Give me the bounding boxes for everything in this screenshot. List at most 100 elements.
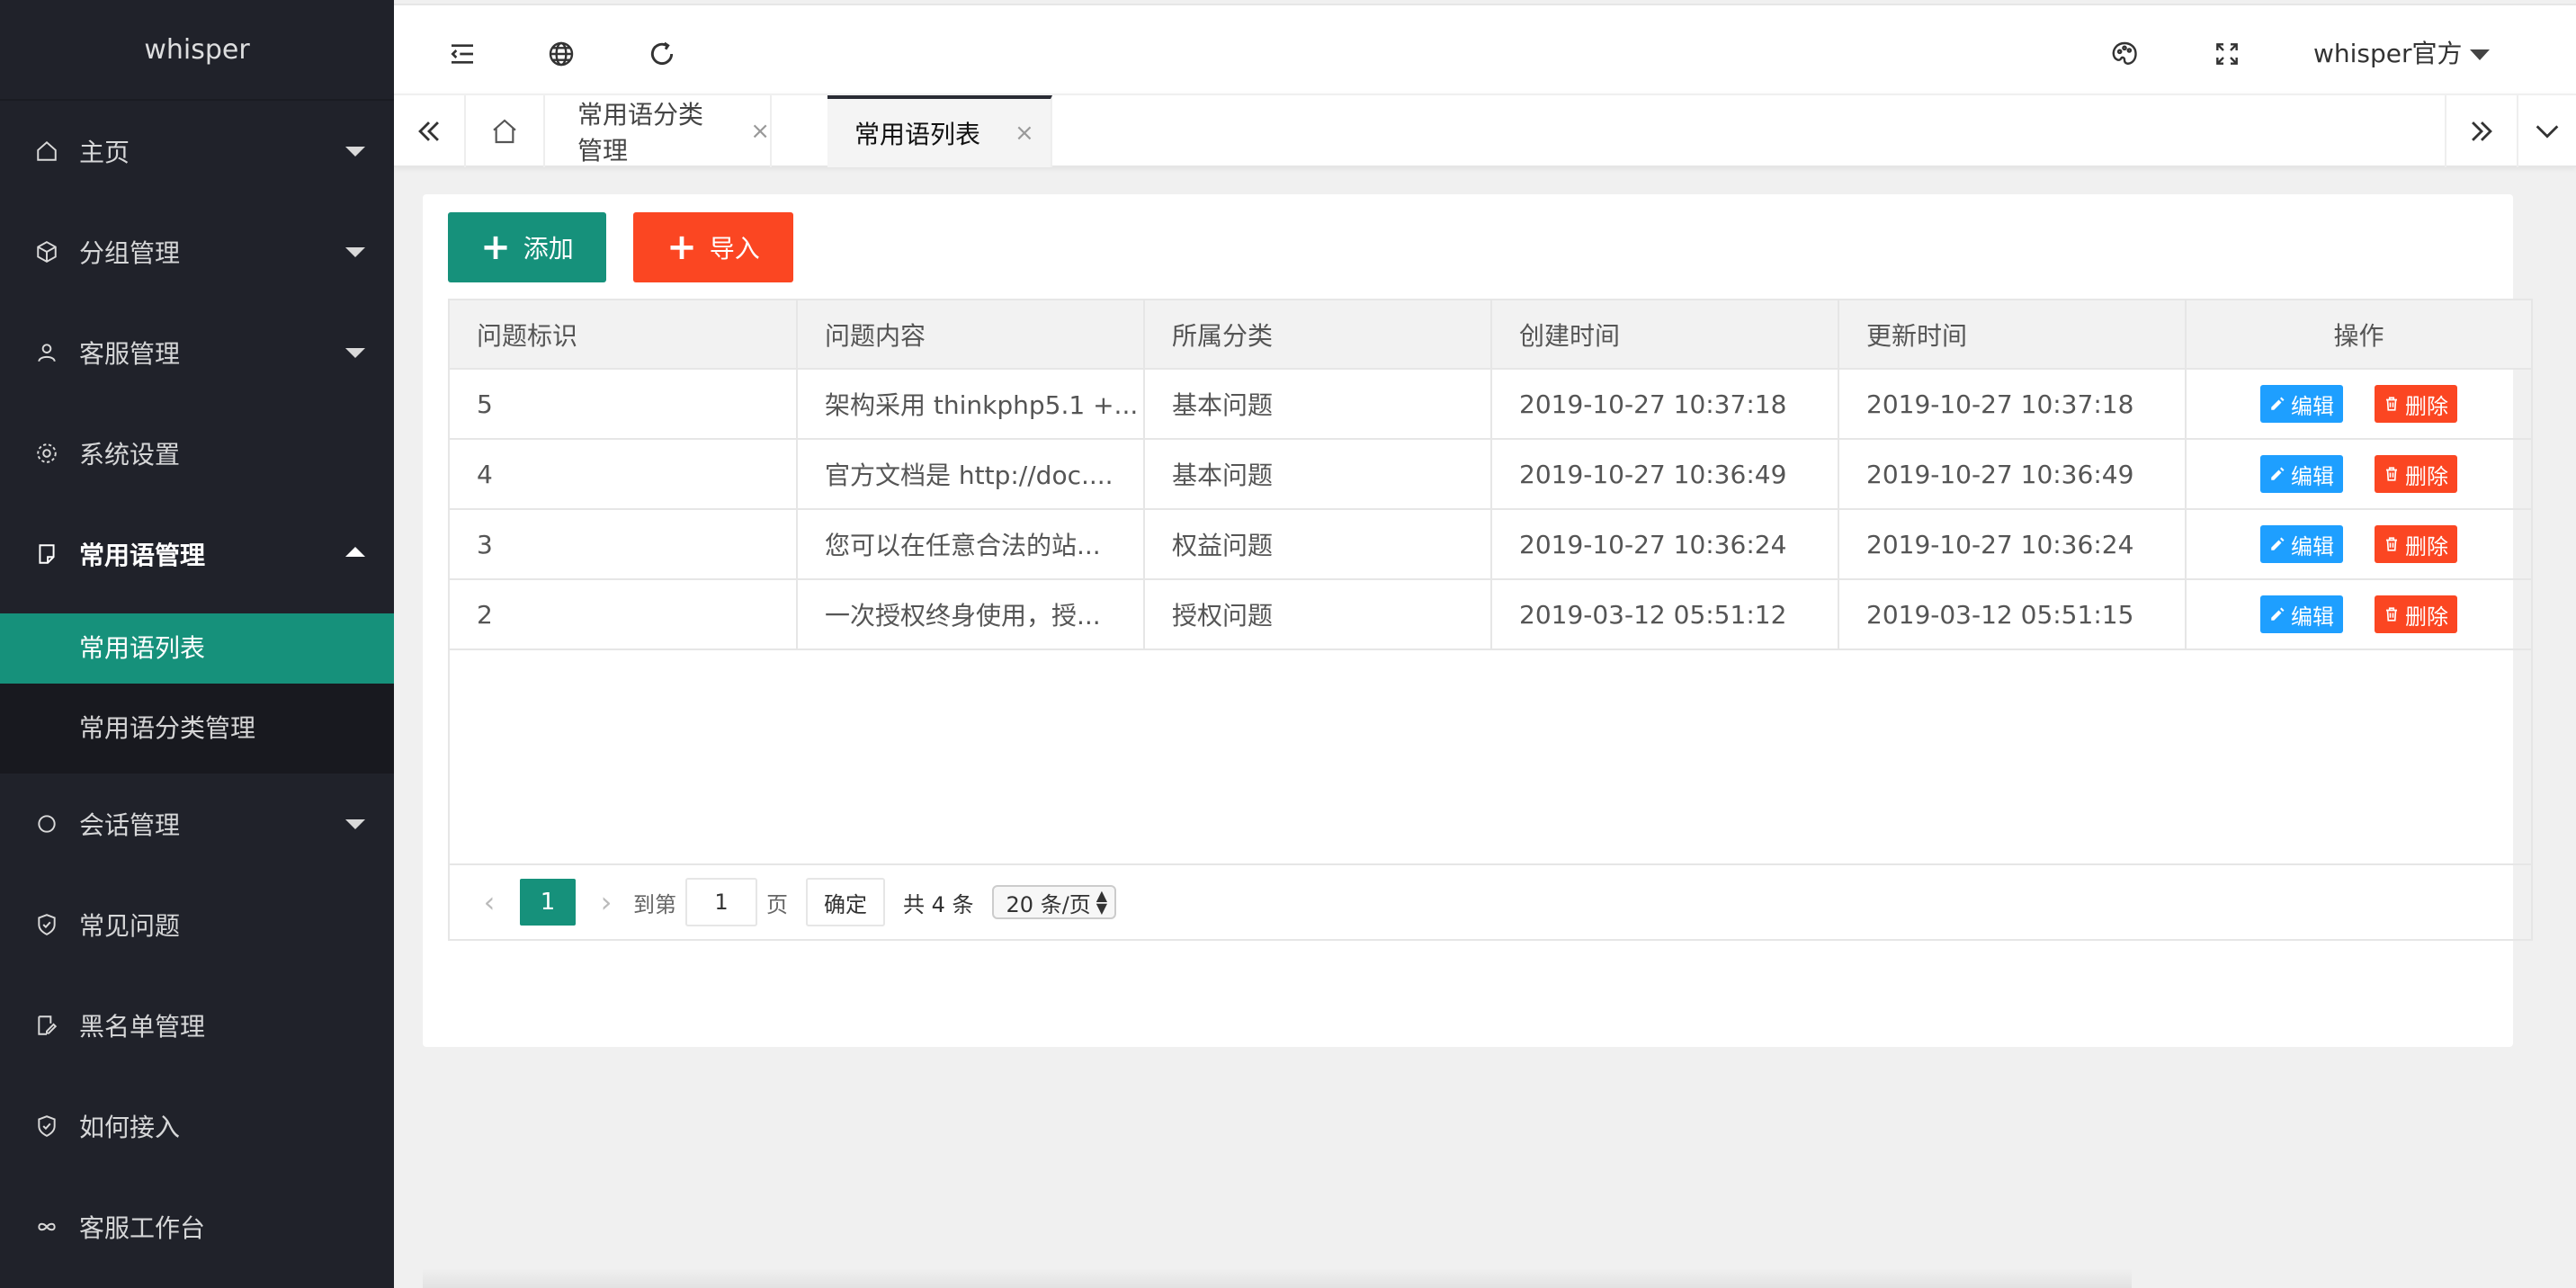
sidebar-item-integration[interactable]: 如何接入 xyxy=(0,1076,394,1176)
cell-content: 官方文档是 http://doc.... xyxy=(797,439,1145,510)
delete-button[interactable]: 删除 xyxy=(2374,385,2457,423)
edit-icon xyxy=(34,1013,59,1038)
user-icon xyxy=(34,340,59,365)
table-row[interactable]: 3 您可以在任意合法的站... 权益问题 2019-10-27 10:36:24… xyxy=(450,509,2531,580)
delete-button[interactable]: 删除 xyxy=(2374,455,2457,493)
chevron-down-icon xyxy=(345,147,365,157)
sidebar-item-home[interactable]: 主页 xyxy=(0,101,394,201)
prev-page-icon[interactable]: ‹ xyxy=(471,885,507,919)
pencil-icon xyxy=(2271,467,2285,480)
column-header-category[interactable]: 所属分类 xyxy=(1144,300,1492,370)
cube-icon xyxy=(34,239,59,264)
import-button[interactable]: + 导入 xyxy=(633,212,793,282)
sidebar-item-label: 主页 xyxy=(79,138,130,167)
table-row[interactable]: 2 一次授权终身使用，授... 授权问题 2019-03-12 05:51:12… xyxy=(450,579,2531,650)
page-jump-input[interactable]: 1 xyxy=(685,878,757,926)
cell-created: 2019-10-27 10:36:24 xyxy=(1491,509,1839,580)
edit-label: 编辑 xyxy=(2291,393,2335,419)
edit-button[interactable]: 编辑 xyxy=(2260,525,2344,563)
delete-label: 删除 xyxy=(2404,393,2448,419)
page-size-select[interactable]: 20 条/页 ▲ ▼ xyxy=(991,885,1117,919)
table-row[interactable]: 4 官方文档是 http://doc.... 基本问题 2019-10-27 1… xyxy=(450,439,2531,510)
cell-actions: 编辑 删除 xyxy=(2186,509,2531,580)
column-header-id[interactable]: 问题标识 xyxy=(450,300,798,370)
gear-icon xyxy=(34,441,59,466)
sidebar-subitem-phrase-category[interactable]: 常用语分类管理 xyxy=(0,684,394,774)
fullscreen-icon[interactable] xyxy=(2211,38,2243,70)
sidebar-subitem-phrase-list[interactable]: 常用语列表 xyxy=(0,613,394,684)
sidebar-item-sessions[interactable]: 会话管理 xyxy=(0,774,394,874)
tab-phrase-list[interactable]: 常用语列表 × xyxy=(827,95,1052,167)
column-header-created[interactable]: 创建时间 xyxy=(1491,300,1839,370)
cell-category: 基本问题 xyxy=(1144,439,1492,510)
cell-updated: 2019-10-27 10:36:49 xyxy=(1838,439,2187,510)
user-menu[interactable]: whisper官方 xyxy=(2313,34,2490,70)
table-header-row: 问题标识 问题内容 所属分类 创建时间 更新时间 操作 xyxy=(450,300,2531,370)
edit-label: 编辑 xyxy=(2291,533,2335,559)
goto-label: 到第 xyxy=(633,891,676,917)
sidebar: whisper 主页 分组管理 客服管理 系统设置 常用语管理 常用语列表 常用… xyxy=(0,0,394,1288)
cell-content: 您可以在任意合法的站... xyxy=(797,509,1145,580)
sidebar-item-service[interactable]: 客服管理 xyxy=(0,302,394,403)
sidebar-item-blacklist[interactable]: 黑名单管理 xyxy=(0,975,394,1076)
edit-label: 编辑 xyxy=(2291,604,2335,630)
select-arrows-icon: ▲ ▼ xyxy=(1096,886,1108,917)
link-icon xyxy=(34,1214,59,1239)
close-icon[interactable]: × xyxy=(1015,120,1034,147)
app-logo[interactable]: whisper xyxy=(0,0,394,101)
edit-button[interactable]: 编辑 xyxy=(2260,595,2344,633)
page-current[interactable]: 1 xyxy=(520,879,576,926)
tab-bar: 常用语分类管理 × 常用语列表 × xyxy=(394,94,2576,167)
tabs-scroll-left-icon[interactable] xyxy=(394,95,466,167)
delete-button[interactable]: 删除 xyxy=(2374,525,2457,563)
top-header: whisper官方 xyxy=(394,4,2576,94)
pencil-icon xyxy=(2271,537,2285,550)
cell-id: 4 xyxy=(450,439,798,510)
sidebar-item-label: 会话管理 xyxy=(79,810,181,840)
tab-label: 常用语列表 xyxy=(854,120,981,149)
column-header-updated[interactable]: 更新时间 xyxy=(1838,300,2187,370)
pagination: ‹ 1 › 到第 1 页 确定 共 4 条 20 条/页 ▲ ▼ xyxy=(448,865,2533,941)
page-jump-confirm-button[interactable]: 确定 xyxy=(806,878,885,926)
total-count: 共 4 条 xyxy=(903,891,974,917)
phrase-table: 问题标识 问题内容 所属分类 创建时间 更新时间 操作 5 架构采用 think… xyxy=(448,299,2533,865)
delete-button[interactable]: 删除 xyxy=(2374,595,2457,633)
tabs-scroll-right-icon[interactable] xyxy=(2445,95,2517,167)
cell-actions: 编辑 删除 xyxy=(2186,439,2531,510)
tab-phrase-category[interactable]: 常用语分类管理 × xyxy=(545,95,772,167)
tab-home-icon[interactable] xyxy=(466,95,545,167)
cell-created: 2019-10-27 10:36:49 xyxy=(1491,439,1839,510)
caret-down-icon xyxy=(2469,49,2490,60)
pencil-icon xyxy=(2271,607,2285,621)
theme-palette-icon[interactable] xyxy=(2108,38,2141,70)
sidebar-item-faq[interactable]: 常见问题 xyxy=(0,874,394,975)
close-icon[interactable]: × xyxy=(750,118,770,145)
user-name-label: whisper官方 xyxy=(2313,39,2463,68)
chevron-up-icon xyxy=(345,547,365,557)
next-page-icon[interactable]: › xyxy=(588,885,624,919)
add-button-label: 添加 xyxy=(523,234,574,264)
table-row[interactable]: 5 架构采用 thinkphp5.1 +... 基本问题 2019-10-27 … xyxy=(450,369,2531,440)
sidebar-item-groups[interactable]: 分组管理 xyxy=(0,201,394,302)
column-header-content[interactable]: 问题内容 xyxy=(797,300,1145,370)
cell-content: 架构采用 thinkphp5.1 +... xyxy=(797,369,1145,440)
tabs-dropdown-icon[interactable] xyxy=(2517,95,2576,167)
content-card: + 添加 + 导入 问题标识 问题内容 所属分类 创建时间 更新时间 操作 5 … xyxy=(423,194,2533,1047)
tab-label: 常用语分类管理 xyxy=(577,100,704,165)
edit-label: 编辑 xyxy=(2291,463,2335,489)
sidebar-item-settings[interactable]: 系统设置 xyxy=(0,403,394,504)
menu-collapse-icon[interactable] xyxy=(446,38,479,70)
trash-icon xyxy=(2385,467,2397,481)
sidebar-item-label: 分组管理 xyxy=(79,238,181,268)
sidebar-item-label: 黑名单管理 xyxy=(79,1012,206,1042)
pencil-icon xyxy=(2271,397,2285,410)
sidebar-item-workbench[interactable]: 客服工作台 xyxy=(0,1176,394,1277)
edit-button[interactable]: 编辑 xyxy=(2260,385,2344,423)
add-button[interactable]: + 添加 xyxy=(448,212,606,282)
sidebar-item-phrases[interactable]: 常用语管理 xyxy=(0,504,394,604)
chevron-down-icon xyxy=(345,819,365,829)
refresh-icon[interactable] xyxy=(646,38,678,70)
edit-button[interactable]: 编辑 xyxy=(2260,455,2344,493)
shield-icon xyxy=(34,1114,59,1139)
globe-icon[interactable] xyxy=(545,38,577,70)
